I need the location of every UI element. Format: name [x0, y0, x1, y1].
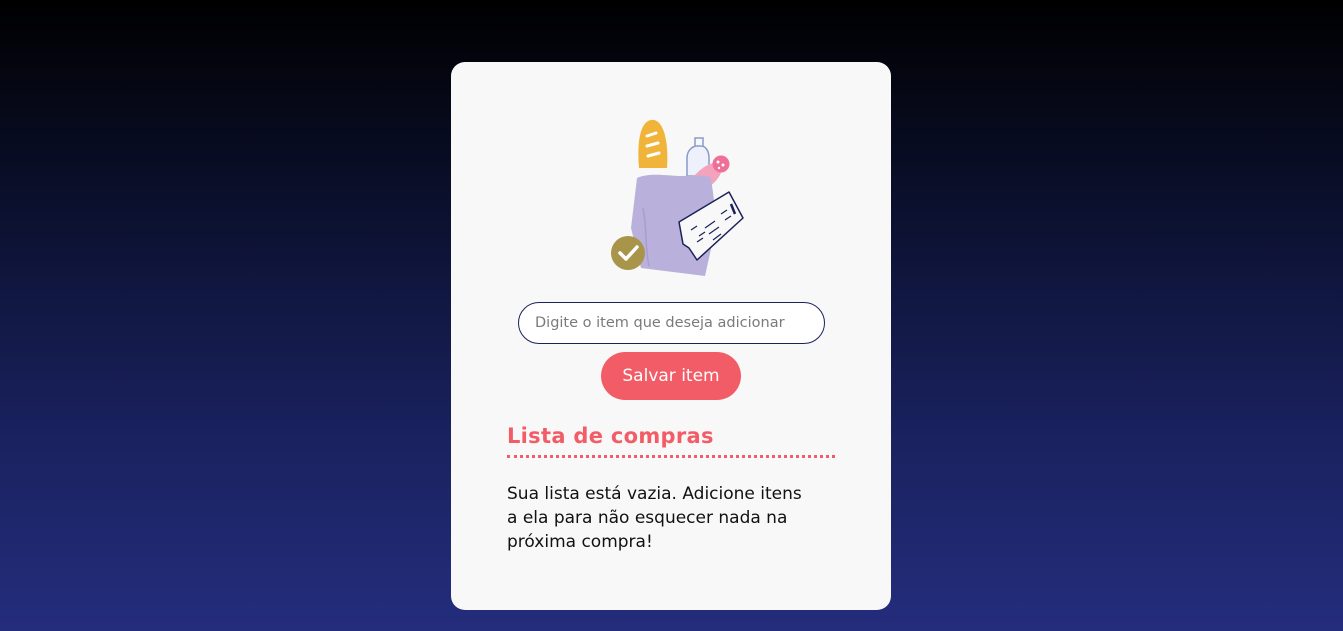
save-item-button[interactable]: Salvar item — [601, 352, 741, 400]
item-input[interactable] — [518, 302, 825, 344]
check-icon — [611, 236, 645, 270]
grocery-bag-illustration — [611, 119, 744, 276]
shopping-list-card: Salvar item Lista de compras Sua lista e… — [451, 62, 891, 610]
title-dotted-divider — [507, 455, 835, 458]
empty-list-message: Sua lista está vazia. Adicione itens a e… — [507, 484, 802, 552]
page-background: { "form": { "item_placeholder": "Digite … — [0, 0, 1343, 631]
list-title: Lista de compras — [507, 424, 714, 448]
bread-icon — [638, 119, 668, 168]
